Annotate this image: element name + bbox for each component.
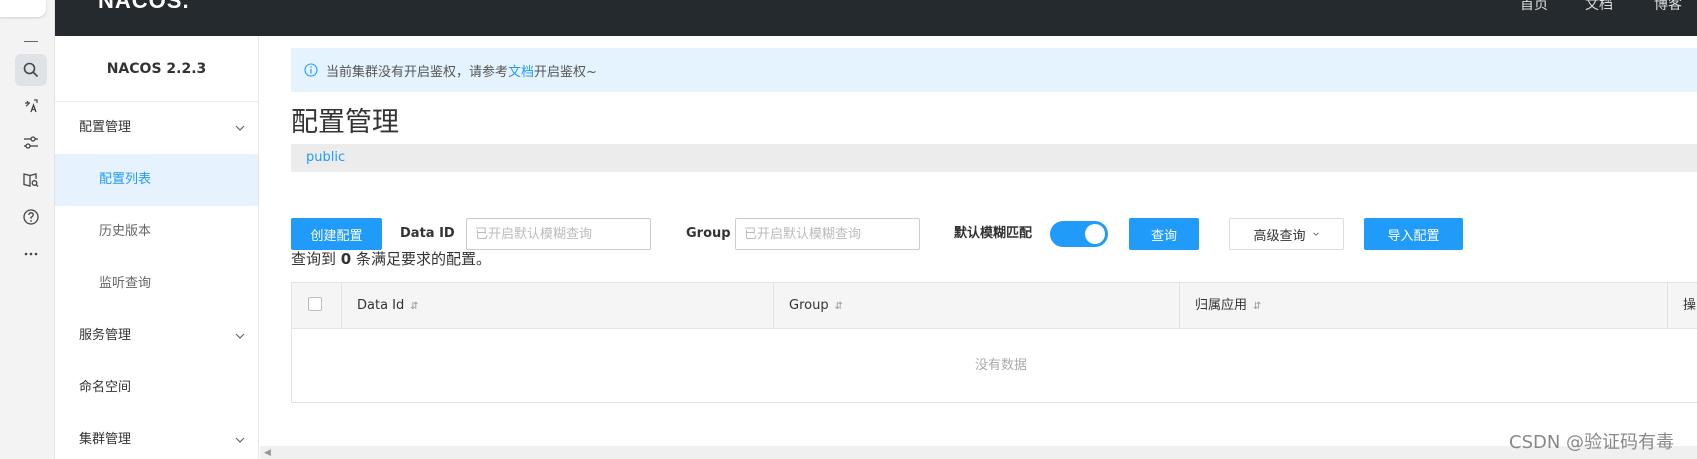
scroll-left-icon[interactable]: ◀ — [264, 448, 271, 458]
sidebar-item-config-list[interactable]: 配置列表 — [55, 154, 258, 206]
result-suffix: 条满足要求的配置。 — [356, 250, 492, 268]
column-label: Data Id — [357, 298, 405, 313]
group-input[interactable] — [735, 218, 920, 250]
fuzzy-match-label: 默认模糊匹配 — [954, 226, 1033, 241]
import-config-button[interactable]: 导入配置 — [1364, 218, 1463, 250]
product-version: NACOS 2.2.3 — [55, 36, 258, 102]
nav-docs[interactable]: 文档 — [1585, 0, 1613, 14]
column-label: Group — [789, 298, 829, 313]
sliders-icon[interactable] — [15, 127, 47, 159]
advanced-query-button[interactable]: 高级查询 — [1229, 218, 1344, 250]
book-search-icon[interactable] — [15, 164, 47, 196]
page: { "topbar": { "logo": "NACOS.", "nav": [… — [0, 0, 1697, 459]
more-icon[interactable] — [15, 238, 47, 270]
nacos-logo[interactable]: NACOS. — [98, 0, 190, 14]
select-all-checkbox[interactable] — [308, 297, 322, 311]
main-content: 当前集群没有开启鉴权，请参考 文档 开启鉴权~ 配置管理 public 创建配置 D… — [260, 36, 1697, 459]
notice-text-tail: 开启鉴权~ — [534, 64, 597, 80]
translate-icon[interactable] — [15, 90, 47, 122]
group-label: Group — [686, 226, 731, 241]
result-summary: 查询到 0 条满足要求的配置。 — [291, 248, 491, 269]
empty-state: 没有数据 — [974, 358, 1027, 373]
minimize-icon[interactable] — [24, 41, 38, 42]
watermark: CSDN @验证码有毒 — [1509, 432, 1675, 453]
auth-notice: 当前集群没有开启鉴权，请参考 文档 开启鉴权~ — [291, 48, 1697, 92]
column-label: 操 — [1683, 298, 1697, 313]
data-id-input[interactable] — [466, 218, 651, 250]
sidebar: NACOS 2.2.3 配置管理 配置列表 历史版本 监听查询 服务管理 命名空… — [55, 36, 259, 459]
browser-tab[interactable] — [0, 0, 46, 17]
toggle-knob — [1085, 224, 1105, 244]
chevron-down-icon — [235, 437, 245, 443]
namespace-public[interactable]: public — [306, 150, 345, 165]
chevron-down-icon — [235, 333, 245, 339]
sidebar-group-label: 服务管理 — [79, 328, 132, 343]
result-count: 0 — [340, 250, 352, 268]
fuzzy-match-toggle[interactable] — [1050, 221, 1108, 247]
advanced-query-label: 高级查询 — [1253, 227, 1306, 243]
chevron-down-icon — [235, 125, 245, 131]
column-app[interactable]: 归属应用 ⇵ — [1180, 283, 1668, 329]
info-icon — [304, 63, 318, 77]
column-label: 归属应用 — [1195, 298, 1248, 313]
sidebar-item-listener-query[interactable]: 监听查询 — [55, 258, 258, 310]
table-header: Data Id ⇵ Group ⇵ 归属应用 ⇵ 操 — [292, 283, 1697, 329]
sidebar-group-config[interactable]: 配置管理 — [55, 102, 258, 154]
page-title: 配置管理 — [291, 107, 399, 138]
notice-docs-link[interactable]: 文档 — [508, 61, 534, 80]
top-header: NACOS. 首页 文档 博客 — [55, 0, 1697, 36]
sidebar-group-label: 集群管理 — [79, 432, 132, 447]
nav-blog[interactable]: 博客 — [1654, 0, 1682, 14]
data-id-label: Data ID — [400, 226, 455, 241]
result-prefix: 查询到 — [291, 250, 337, 268]
notice-text: 当前集群没有开启鉴权，请参考 — [326, 64, 509, 80]
sidebar-group-label: 命名空间 — [79, 380, 132, 395]
sidebar-group-label: 配置管理 — [79, 120, 132, 135]
query-button[interactable]: 查询 — [1129, 218, 1199, 250]
column-group[interactable]: Group ⇵ — [774, 283, 1180, 329]
help-icon[interactable] — [15, 201, 47, 233]
create-config-button[interactable]: 创建配置 — [291, 218, 382, 250]
column-actions: 操 — [1668, 283, 1697, 329]
sort-icon[interactable]: ⇵ — [835, 301, 843, 312]
nav-home[interactable]: 首页 — [1520, 0, 1548, 14]
chevron-down-icon — [1312, 232, 1319, 236]
select-all-cell — [292, 283, 342, 329]
sidebar-item-history[interactable]: 历史版本 — [55, 206, 258, 258]
browser-side-strip — [0, 0, 55, 459]
sort-icon[interactable]: ⇵ — [1253, 301, 1261, 312]
config-table: Data Id ⇵ Group ⇵ 归属应用 ⇵ 操 没有数据 — [291, 282, 1697, 403]
horizontal-scrollbar[interactable]: ◀ — [260, 446, 1697, 459]
sort-icon[interactable]: ⇵ — [410, 301, 418, 312]
column-data-id[interactable]: Data Id ⇵ — [342, 283, 774, 329]
namespace-bar: public — [291, 144, 1697, 172]
sidebar-group-cluster[interactable]: 集群管理 — [55, 414, 258, 459]
sidebar-item-namespace[interactable]: 命名空间 — [55, 362, 258, 414]
search-icon[interactable] — [15, 54, 47, 86]
sidebar-group-service[interactable]: 服务管理 — [55, 310, 258, 362]
